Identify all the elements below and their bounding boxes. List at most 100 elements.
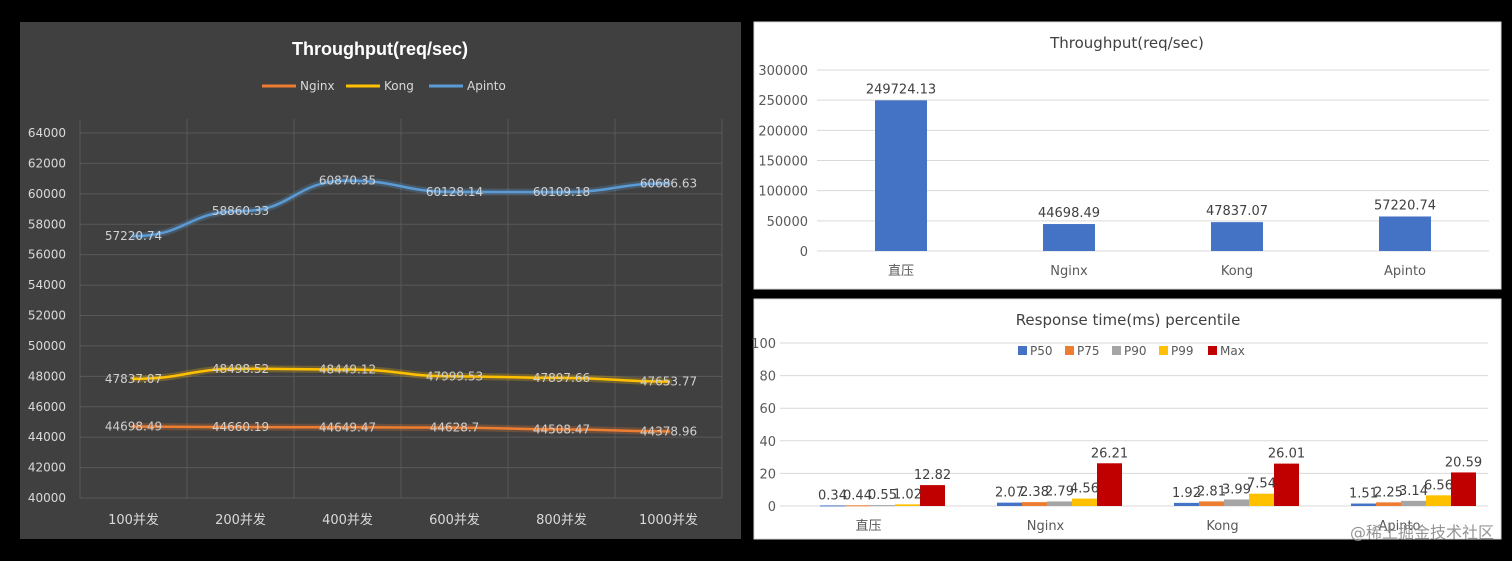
line-chart-data-label: 47653.77 bbox=[640, 375, 697, 389]
line-chart-y-tick-label: 64000 bbox=[28, 126, 66, 140]
line-chart-data-label: 44508.47 bbox=[533, 422, 590, 436]
percentile-chart-bar bbox=[1174, 502, 1199, 506]
line-chart-y-tick-label: 48000 bbox=[28, 369, 66, 383]
line-chart-x-tick-label: 400并发 bbox=[322, 512, 373, 528]
bar-chart-data-label: 44698.49 bbox=[1038, 206, 1100, 221]
percentile-chart-x-tick-label: Kong bbox=[1206, 519, 1238, 534]
percentile-chart-bar bbox=[1401, 500, 1426, 506]
bar-chart-y-tick-label: 50000 bbox=[767, 215, 808, 230]
line-chart-y-tick-label: 52000 bbox=[28, 309, 66, 323]
percentile-chart-legend-label: Max bbox=[1220, 344, 1245, 358]
percentile-chart-legend-swatch bbox=[1208, 346, 1217, 355]
percentile-chart-bar bbox=[1274, 463, 1299, 506]
percentile-chart-legend-swatch bbox=[1018, 346, 1027, 355]
line-chart-x-tick-label: 100并发 bbox=[108, 512, 159, 528]
line-chart-data-label: 47999.53 bbox=[426, 369, 483, 383]
line-chart-data-label: 60686.63 bbox=[640, 176, 697, 190]
bar-chart-y-tick-label: 200000 bbox=[758, 124, 808, 139]
percentile-chart-bar bbox=[870, 505, 895, 507]
percentile-chart-data-label: 26.21 bbox=[1091, 446, 1128, 461]
percentile-chart-bar bbox=[920, 485, 945, 506]
bar-chart-title: Throughput(req/sec) bbox=[1049, 34, 1204, 52]
line-chart-data-label: 60128.14 bbox=[426, 185, 483, 199]
bar-chart-data-label: 47837.07 bbox=[1206, 204, 1268, 219]
line-chart-data-label: 44628.7 bbox=[430, 421, 480, 435]
percentile-chart-bar bbox=[997, 502, 1022, 506]
line-chart-x-tick-label: 800并发 bbox=[536, 512, 587, 528]
line-chart-data-label: 44698.49 bbox=[105, 420, 162, 434]
percentile-chart-bar bbox=[1451, 472, 1476, 506]
line-chart-x-tick-label: 200并发 bbox=[215, 512, 266, 528]
percentile-chart-y-tick-label: 0 bbox=[768, 500, 776, 515]
percentile-chart-y-tick-label: 40 bbox=[759, 435, 776, 450]
line-chart-y-tick-label: 44000 bbox=[28, 430, 66, 444]
percentile-chart-legend-label: P99 bbox=[1171, 344, 1194, 358]
percentile-chart-bar bbox=[895, 504, 920, 506]
line-chart-data-label: 60870.35 bbox=[319, 174, 376, 188]
percentile-chart-bar bbox=[1199, 501, 1224, 506]
bar-chart-x-tick-label: Nginx bbox=[1050, 264, 1088, 279]
percentile-chart-x-tick-label: Nginx bbox=[1027, 519, 1065, 534]
bar-chart-y-tick-label: 150000 bbox=[758, 155, 808, 170]
line-chart-data-label: 44660.19 bbox=[212, 420, 269, 434]
percentile-chart-bar bbox=[1097, 463, 1122, 506]
percentile-chart-data-label: 12.82 bbox=[914, 468, 951, 483]
percentile-chart-bar bbox=[820, 505, 845, 507]
watermark: @稀土掘金技术社区 bbox=[1350, 523, 1494, 542]
percentile-chart-data-label: 26.01 bbox=[1268, 447, 1305, 462]
percentile-chart-data-label: 20.59 bbox=[1445, 455, 1482, 470]
bar-chart-bar bbox=[875, 100, 927, 252]
percentile-chart-data-label: 4.56 bbox=[1070, 482, 1099, 497]
line-chart-data-label: 48498.52 bbox=[212, 362, 269, 376]
bar-chart-data-label: 57220.74 bbox=[1374, 198, 1436, 213]
percentile-chart-bar bbox=[1249, 493, 1274, 506]
bar-chart-x-tick-label: Kong bbox=[1221, 264, 1253, 279]
percentile-chart-bar bbox=[1351, 503, 1376, 506]
percentile-chart-y-tick-label: 60 bbox=[759, 402, 776, 417]
bar-chart-bar bbox=[1379, 216, 1431, 251]
percentile-chart-bar bbox=[1224, 499, 1249, 506]
line-chart-data-label: 48449.12 bbox=[319, 363, 376, 377]
percentile-chart-data-label: 1.02 bbox=[893, 487, 922, 502]
bar-chart-bar bbox=[1043, 224, 1095, 251]
percentile-chart-legend-swatch bbox=[1112, 346, 1121, 355]
percentile-chart-bar bbox=[1022, 502, 1047, 506]
percentile-chart-legend-swatch bbox=[1159, 346, 1168, 355]
bar-chart-data-label: 249724.13 bbox=[866, 82, 936, 97]
bar-chart-y-tick-label: 100000 bbox=[758, 185, 808, 200]
bar-chart-x-tick-label: Apinto bbox=[1384, 264, 1426, 279]
percentile-chart-legend-label: P50 bbox=[1030, 344, 1053, 358]
percentile-chart-legend-swatch bbox=[1065, 346, 1074, 355]
line-chart-y-tick-label: 46000 bbox=[28, 400, 66, 414]
line-chart-data-label: 58860.33 bbox=[212, 204, 269, 218]
line-chart-x-tick-label: 1000并发 bbox=[639, 512, 698, 528]
percentile-chart-y-tick-label: 100 bbox=[751, 337, 776, 352]
bar-chart-bar bbox=[1211, 222, 1263, 251]
percentile-chart-x-tick-label: 直压 bbox=[855, 519, 881, 534]
percentile-chart-y-tick-label: 20 bbox=[759, 467, 776, 482]
percentile-chart-legend-label: P90 bbox=[1124, 344, 1147, 358]
line-chart-y-tick-label: 56000 bbox=[28, 248, 66, 262]
bar-chart-y-tick-label: 250000 bbox=[758, 94, 808, 109]
percentile-chart-bar bbox=[1426, 495, 1451, 506]
percentile-chart-bar bbox=[1376, 502, 1401, 506]
chart-canvas: Throughput(req/sec) Nginx Kong Apinto 40 0 0… bbox=[20, 21, 1502, 542]
line-chart-y-tick-label: 54000 bbox=[28, 278, 66, 292]
line-chart-data-label: 47837.07 bbox=[105, 372, 162, 386]
percentile-chart-legend-label: P75 bbox=[1077, 344, 1100, 358]
bar-chart-y-tick-label: 0 bbox=[800, 245, 808, 260]
line-chart-data-label: 47897.66 bbox=[533, 371, 590, 385]
line-chart-legend-label: Nginx bbox=[300, 79, 335, 93]
percentile-chart-bar bbox=[845, 505, 870, 507]
bar-chart-y-tick-label: 300000 bbox=[758, 64, 808, 79]
percentile-chart-title: Response time(ms) percentile bbox=[1016, 311, 1241, 329]
line-chart-data-label: 44378.96 bbox=[640, 424, 697, 438]
line-chart-title: Throughput(req/sec) bbox=[292, 39, 468, 59]
line-chart-y-tick-label: 60000 bbox=[28, 187, 66, 201]
line-chart-y-tick-label: 50000 bbox=[28, 339, 66, 353]
line-chart-legend-label: Apinto bbox=[467, 79, 506, 93]
line-chart-y-tick-label: 58000 bbox=[28, 217, 66, 231]
line-chart-data-label: 57220.74 bbox=[105, 229, 162, 243]
line-chart-data-label: 60109.18 bbox=[533, 185, 590, 199]
line-chart-panel bbox=[20, 22, 741, 539]
